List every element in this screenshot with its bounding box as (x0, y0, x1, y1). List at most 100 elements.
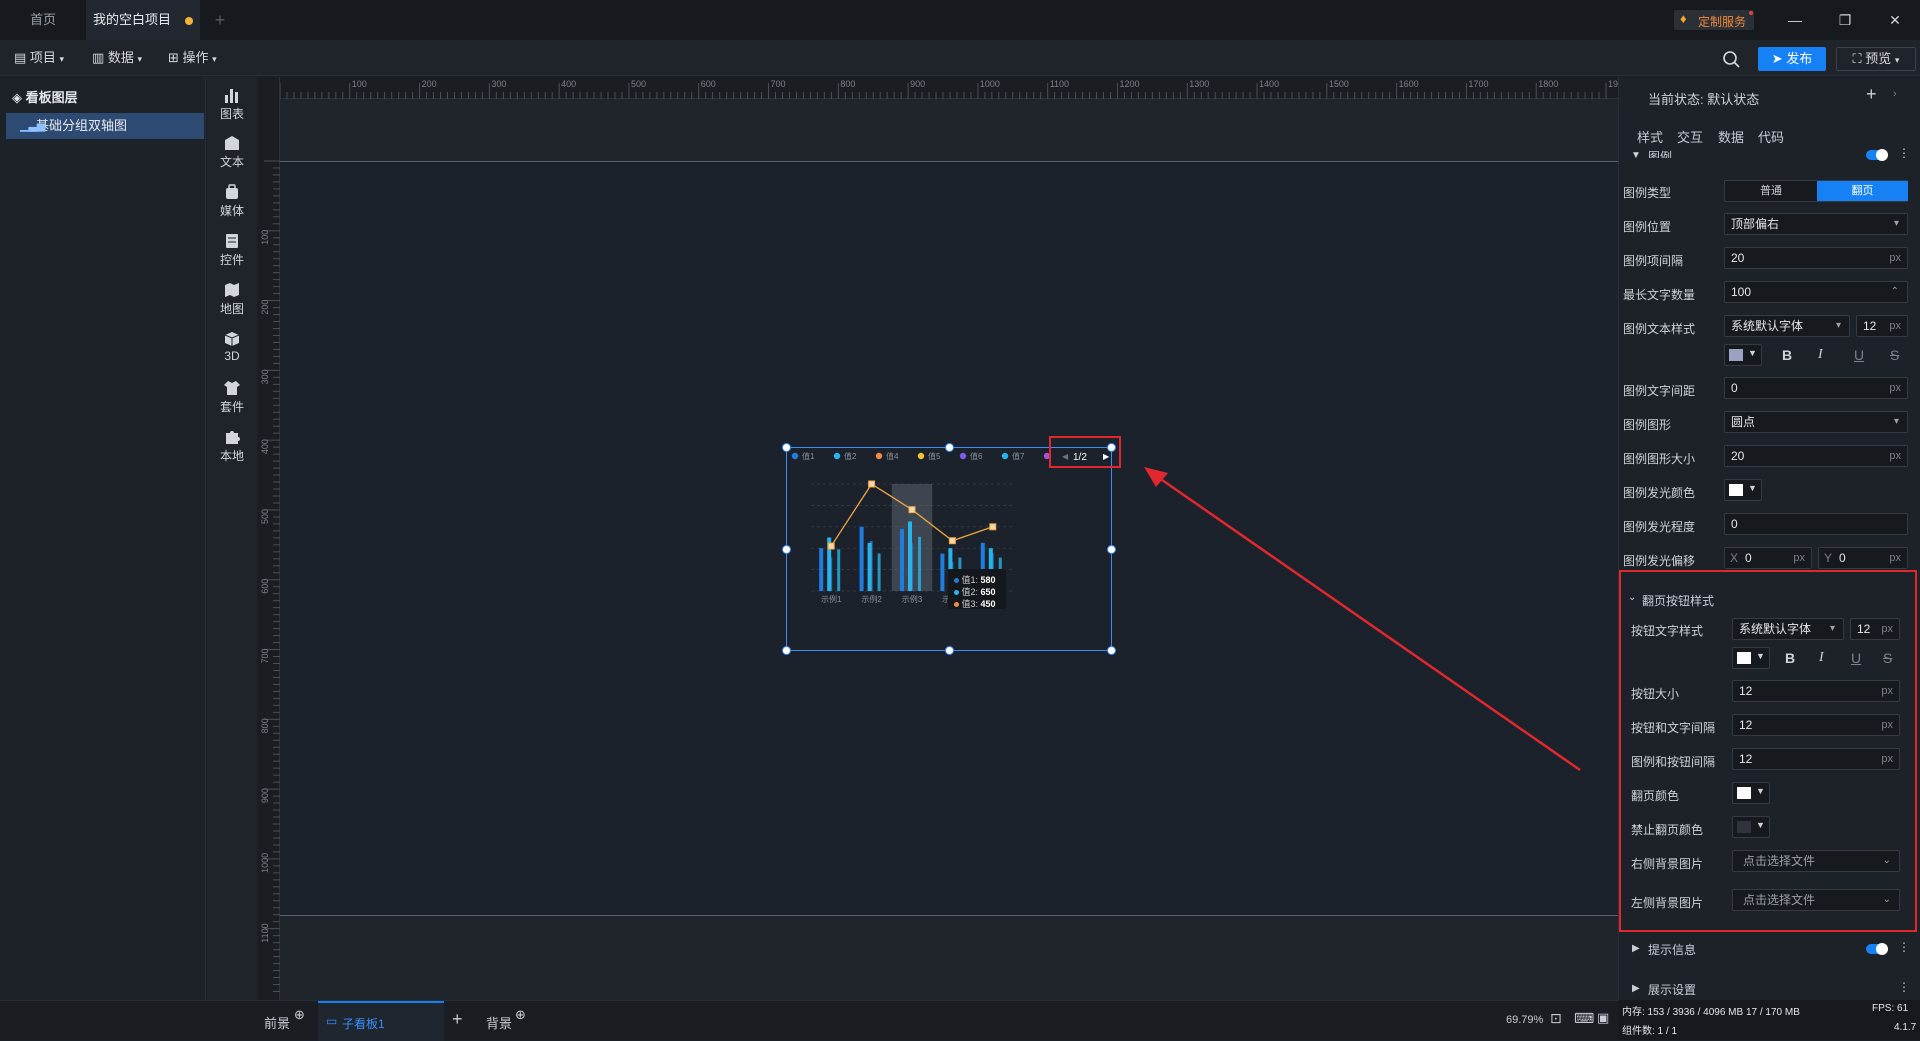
new-tab-icon[interactable]: + (205, 0, 235, 40)
left-bg-select[interactable]: 点击选择文件 ⌄ (1732, 889, 1900, 911)
underline-icon[interactable]: U (1851, 650, 1861, 666)
tool-kit[interactable]: 套件 (207, 380, 257, 415)
disabled-color-picker[interactable]: ▼ (1732, 816, 1770, 838)
more-icon[interactable]: ⋮ (1898, 146, 1910, 160)
tool-local[interactable]: 本地 (207, 429, 257, 464)
chevron-down-icon[interactable]: ⌄ (1628, 592, 1636, 603)
tab-code[interactable]: 代码 (1758, 127, 1784, 146)
glow-offset-y-input[interactable]: Y 0 px (1818, 547, 1908, 569)
menu-project[interactable]: ▤ 项目 ▾ (14, 48, 64, 68)
strikethrough-icon[interactable]: S (1883, 650, 1892, 666)
publish-button[interactable]: ➤ 发布 (1758, 47, 1826, 71)
btn-size-input[interactable]: 12 px (1732, 680, 1900, 702)
resize-handle[interactable] (782, 443, 791, 452)
resize-handle[interactable] (1107, 545, 1116, 554)
resize-handle[interactable] (945, 646, 954, 655)
btn-text-gap-input[interactable]: 12 px (1732, 714, 1900, 736)
tool-label: 地图 (219, 302, 244, 316)
resize-handle[interactable] (1107, 646, 1116, 655)
add-front-icon[interactable]: ⊕ (294, 1007, 305, 1023)
tooltip-toggle[interactable] (1866, 943, 1888, 955)
sub-board-tab[interactable]: ▭ 子看板1 (318, 1001, 444, 1041)
italic-icon[interactable]: I (1819, 650, 1824, 666)
btn-font-size-value: 12 (1857, 622, 1871, 636)
close-icon[interactable]: ✕ (1870, 0, 1920, 40)
background-layer-tab[interactable]: 背景 (486, 1013, 512, 1032)
collapse-icon[interactable]: ▼ (1631, 150, 1641, 161)
legend-type-normal[interactable]: 普通 (1725, 181, 1817, 201)
more-icon[interactable]: ⋮ (1898, 980, 1910, 994)
ruler-label: 1700 (1468, 79, 1488, 89)
bold-icon[interactable]: B (1785, 650, 1795, 666)
tab-interaction[interactable]: 交互 (1677, 127, 1703, 146)
fit-screen-icon[interactable]: ⊡ (1550, 1010, 1562, 1027)
menu-data[interactable]: ▥ 数据 ▾ (92, 48, 142, 68)
minimize-icon[interactable]: — (1770, 0, 1820, 40)
tooltip-value: 450 (980, 599, 996, 609)
tool-chart[interactable]: 图表 (207, 87, 257, 122)
tool-map[interactable]: 地图 (207, 282, 257, 317)
menu-operation[interactable]: ⊞ 操作 ▾ (168, 48, 217, 68)
shape-size-input[interactable]: 20 px (1724, 445, 1908, 467)
glow-offset-x-input[interactable]: X 0 px (1724, 547, 1812, 569)
ruler-label: 400 (260, 439, 270, 454)
tab-style[interactable]: 样式 (1637, 127, 1663, 146)
btn-text-color-picker[interactable]: ▼ (1732, 647, 1770, 669)
legend-gap-input[interactable]: 20 px (1724, 247, 1908, 269)
bar (867, 542, 872, 591)
terminal-icon[interactable]: ▣ (1597, 1010, 1609, 1026)
page-color-picker[interactable]: ▼ (1732, 782, 1770, 804)
front-layer-tab[interactable]: 前景 (264, 1013, 290, 1032)
tab-home[interactable]: 首页 (0, 0, 86, 40)
right-bg-select[interactable]: 点击选择文件 ⌄ (1732, 850, 1900, 872)
legend-position-select[interactable]: 顶部偏右 ▾ (1724, 213, 1908, 235)
restore-icon[interactable]: ❐ (1820, 0, 1870, 40)
italic-icon[interactable]: I (1818, 347, 1823, 363)
legend-type-paging[interactable]: 翻页 (1817, 181, 1908, 201)
chart-widget[interactable]: 值1值2值4值5值6值7示例1示例2示例3示例4示例5 值1: 580 值2: … (782, 443, 1116, 655)
preview-button[interactable]: ⛶ 预览 ▾ (1836, 47, 1916, 71)
search-icon[interactable] (1722, 50, 1740, 68)
btn-font-select[interactable]: 系统默认字体 ▾ (1732, 618, 1844, 640)
ruler-label: 1900 (1608, 79, 1618, 89)
max-text-input[interactable]: 100 ⌃ (1724, 281, 1908, 303)
chevron-right-icon[interactable]: ▶ (1632, 943, 1640, 954)
add-board-icon[interactable]: + (452, 1009, 463, 1030)
underline-icon[interactable]: U (1854, 347, 1864, 363)
custom-service-button[interactable]: ♦ 定制服务 (1674, 10, 1754, 30)
font-size-input[interactable]: 12 px (1856, 315, 1908, 337)
tool-3d[interactable]: 3D (207, 331, 257, 363)
tool-control[interactable]: 控件 (207, 233, 257, 268)
font-family-select[interactable]: 系统默认字体 ▾ (1724, 315, 1850, 337)
legend-label: 值1 (802, 451, 815, 461)
resize-handle[interactable] (945, 443, 954, 452)
resize-handle[interactable] (782, 646, 791, 655)
more-icon[interactable]: ⋮ (1898, 940, 1910, 954)
add-state-icon[interactable]: + (1866, 84, 1877, 105)
bold-icon[interactable]: B (1782, 347, 1792, 363)
zoom-level[interactable]: 69.79% (1506, 1014, 1543, 1026)
resize-handle[interactable] (782, 545, 791, 554)
chevron-right-icon[interactable]: ▶ (1632, 983, 1640, 994)
glow-color-picker[interactable]: ▼ (1724, 479, 1762, 501)
keyboard-icon[interactable]: ⌨ (1574, 1010, 1594, 1027)
btn-font-size-input[interactable]: 12 px (1850, 618, 1900, 640)
strikethrough-icon[interactable]: S (1890, 347, 1899, 363)
shape-select[interactable]: 圆点 ▾ (1724, 411, 1908, 433)
text-color-picker[interactable]: ▼ (1724, 344, 1762, 366)
chevron-right-icon[interactable]: › (1893, 88, 1897, 100)
legend-btn-gap-input[interactable]: 12 px (1732, 748, 1900, 770)
stepper-icon[interactable]: ⌃ (1891, 282, 1899, 302)
layer-item[interactable]: ▁▃▅ 基础分组双轴图 (6, 113, 204, 139)
tab-project[interactable]: 我的空白项目 (86, 0, 200, 40)
text-spacing-value: 0 (1731, 381, 1738, 395)
text-spacing-input[interactable]: 0 px (1724, 377, 1908, 399)
tab-data[interactable]: 数据 (1718, 127, 1744, 146)
tool-media[interactable]: 媒体 (207, 184, 257, 219)
vertical-ruler[interactable]: 100 200 300 400 500 600 700 800 900 1000 1100 (258, 77, 280, 1000)
tool-text[interactable]: 文本 (207, 135, 257, 170)
legend-toggle[interactable] (1866, 149, 1888, 161)
add-background-icon[interactable]: ⊕ (515, 1007, 526, 1023)
glow-level-input[interactable]: 0 (1724, 513, 1908, 535)
horizontal-ruler[interactable]: 100 200 300 400 500 600 700 800 900 1000 1100 1200 1… (258, 77, 1628, 99)
